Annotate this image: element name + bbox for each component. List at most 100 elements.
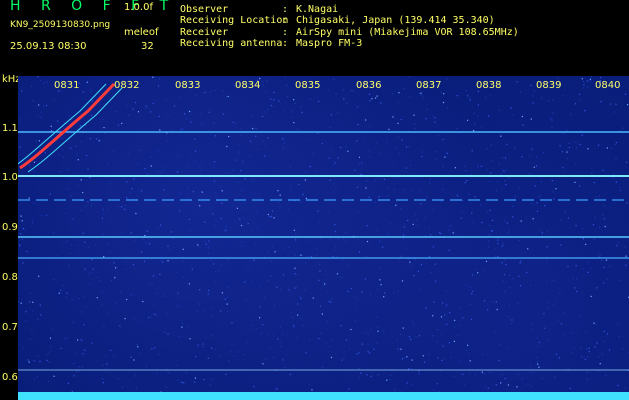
noise-speck bbox=[366, 225, 368, 227]
noise-speck bbox=[292, 116, 294, 118]
noise-speck bbox=[480, 204, 482, 206]
noise-speck bbox=[374, 179, 377, 181]
noise-speck bbox=[168, 248, 170, 251]
noise-speck bbox=[152, 275, 154, 277]
noise-speck bbox=[114, 277, 116, 279]
noise-speck bbox=[194, 381, 196, 383]
noise-speck bbox=[467, 95, 469, 97]
noise-speck bbox=[625, 264, 627, 266]
noise-speck bbox=[387, 233, 389, 235]
noise-speck bbox=[337, 112, 339, 114]
noise-speck bbox=[289, 373, 291, 376]
noise-speck bbox=[125, 261, 127, 263]
noise-speck bbox=[358, 164, 361, 166]
noise-speck bbox=[121, 122, 123, 124]
noise-speck bbox=[357, 124, 359, 126]
noise-speck bbox=[295, 286, 297, 288]
noise-speck bbox=[145, 365, 147, 367]
noise-speck bbox=[368, 93, 371, 95]
noise-speck bbox=[129, 192, 131, 194]
noise-speck bbox=[46, 81, 48, 83]
noise-speck bbox=[514, 147, 516, 149]
noise-speck bbox=[489, 224, 491, 226]
noise-speck bbox=[397, 136, 400, 138]
noise-speck bbox=[343, 351, 345, 353]
noise-speck bbox=[207, 357, 209, 359]
noise-speck bbox=[161, 261, 164, 263]
noise-speck bbox=[471, 290, 473, 292]
noise-speck bbox=[240, 224, 243, 227]
noise-speck bbox=[33, 170, 35, 172]
noise-speck bbox=[400, 333, 402, 336]
noise-speck bbox=[418, 373, 420, 375]
noise-speck bbox=[352, 90, 354, 92]
noise-speck bbox=[313, 154, 315, 156]
noise-speck bbox=[38, 140, 40, 142]
noise-speck bbox=[237, 181, 239, 183]
noise-speck bbox=[531, 203, 533, 205]
noise-speck bbox=[282, 359, 284, 361]
version-label: 1.0.0f bbox=[124, 2, 153, 13]
noise-speck bbox=[502, 242, 504, 244]
noise-speck bbox=[218, 270, 220, 272]
noise-speck bbox=[151, 283, 153, 285]
noise-speck bbox=[446, 152, 448, 154]
noise-speck bbox=[99, 280, 102, 282]
noise-speck bbox=[270, 260, 273, 263]
noise-speck bbox=[367, 332, 369, 334]
noise-speck bbox=[501, 247, 503, 249]
noise-speck bbox=[89, 138, 91, 140]
noise-speck bbox=[86, 81, 88, 83]
noise-speck bbox=[420, 264, 422, 266]
noise-speck bbox=[597, 252, 599, 254]
noise-speck bbox=[329, 346, 331, 348]
noise-speck bbox=[448, 342, 450, 344]
noise-speck bbox=[459, 306, 461, 308]
noise-speck bbox=[312, 297, 314, 299]
noise-speck bbox=[435, 280, 437, 282]
noise-speck bbox=[258, 197, 260, 199]
noise-speck bbox=[512, 205, 514, 207]
noise-speck bbox=[334, 224, 336, 226]
noise-speck bbox=[50, 125, 52, 127]
noise-speck bbox=[103, 127, 105, 129]
noise-speck bbox=[587, 148, 589, 150]
noise-speck bbox=[329, 126, 331, 129]
noise-speck bbox=[383, 296, 385, 298]
noise-speck bbox=[551, 118, 553, 120]
meleof-value: 32 bbox=[141, 41, 154, 52]
noise-speck bbox=[167, 115, 169, 117]
noise-speck bbox=[150, 111, 152, 113]
noise-speck bbox=[40, 314, 42, 316]
noise-speck bbox=[188, 218, 191, 221]
noise-speck bbox=[489, 180, 491, 182]
noise-speck bbox=[560, 219, 562, 221]
noise-speck bbox=[504, 180, 506, 182]
noise-speck bbox=[309, 165, 311, 167]
noise-speck bbox=[109, 183, 111, 185]
noise-speck bbox=[469, 372, 471, 374]
noise-speck bbox=[489, 209, 491, 211]
noise-speck bbox=[369, 100, 371, 102]
noise-speck bbox=[295, 232, 297, 235]
noise-speck bbox=[136, 163, 138, 165]
noise-speck bbox=[59, 170, 62, 173]
noise-speck bbox=[244, 178, 246, 180]
noise-speck bbox=[551, 180, 553, 182]
noise-speck bbox=[555, 188, 557, 190]
noise-speck bbox=[450, 357, 452, 359]
noise-speck bbox=[190, 229, 192, 231]
noise-speck bbox=[214, 224, 216, 226]
noise-speck bbox=[417, 225, 419, 227]
noise-speck bbox=[194, 377, 196, 379]
noise-speck bbox=[622, 348, 624, 350]
noise-speck bbox=[365, 255, 367, 257]
noise-speck bbox=[376, 95, 378, 97]
noise-speck bbox=[210, 378, 212, 380]
noise-speck bbox=[336, 273, 339, 275]
noise-speck bbox=[585, 331, 587, 333]
noise-speck bbox=[521, 156, 523, 158]
noise-speck bbox=[84, 268, 86, 270]
noise-speck bbox=[494, 332, 496, 334]
noise-speck bbox=[471, 212, 473, 214]
